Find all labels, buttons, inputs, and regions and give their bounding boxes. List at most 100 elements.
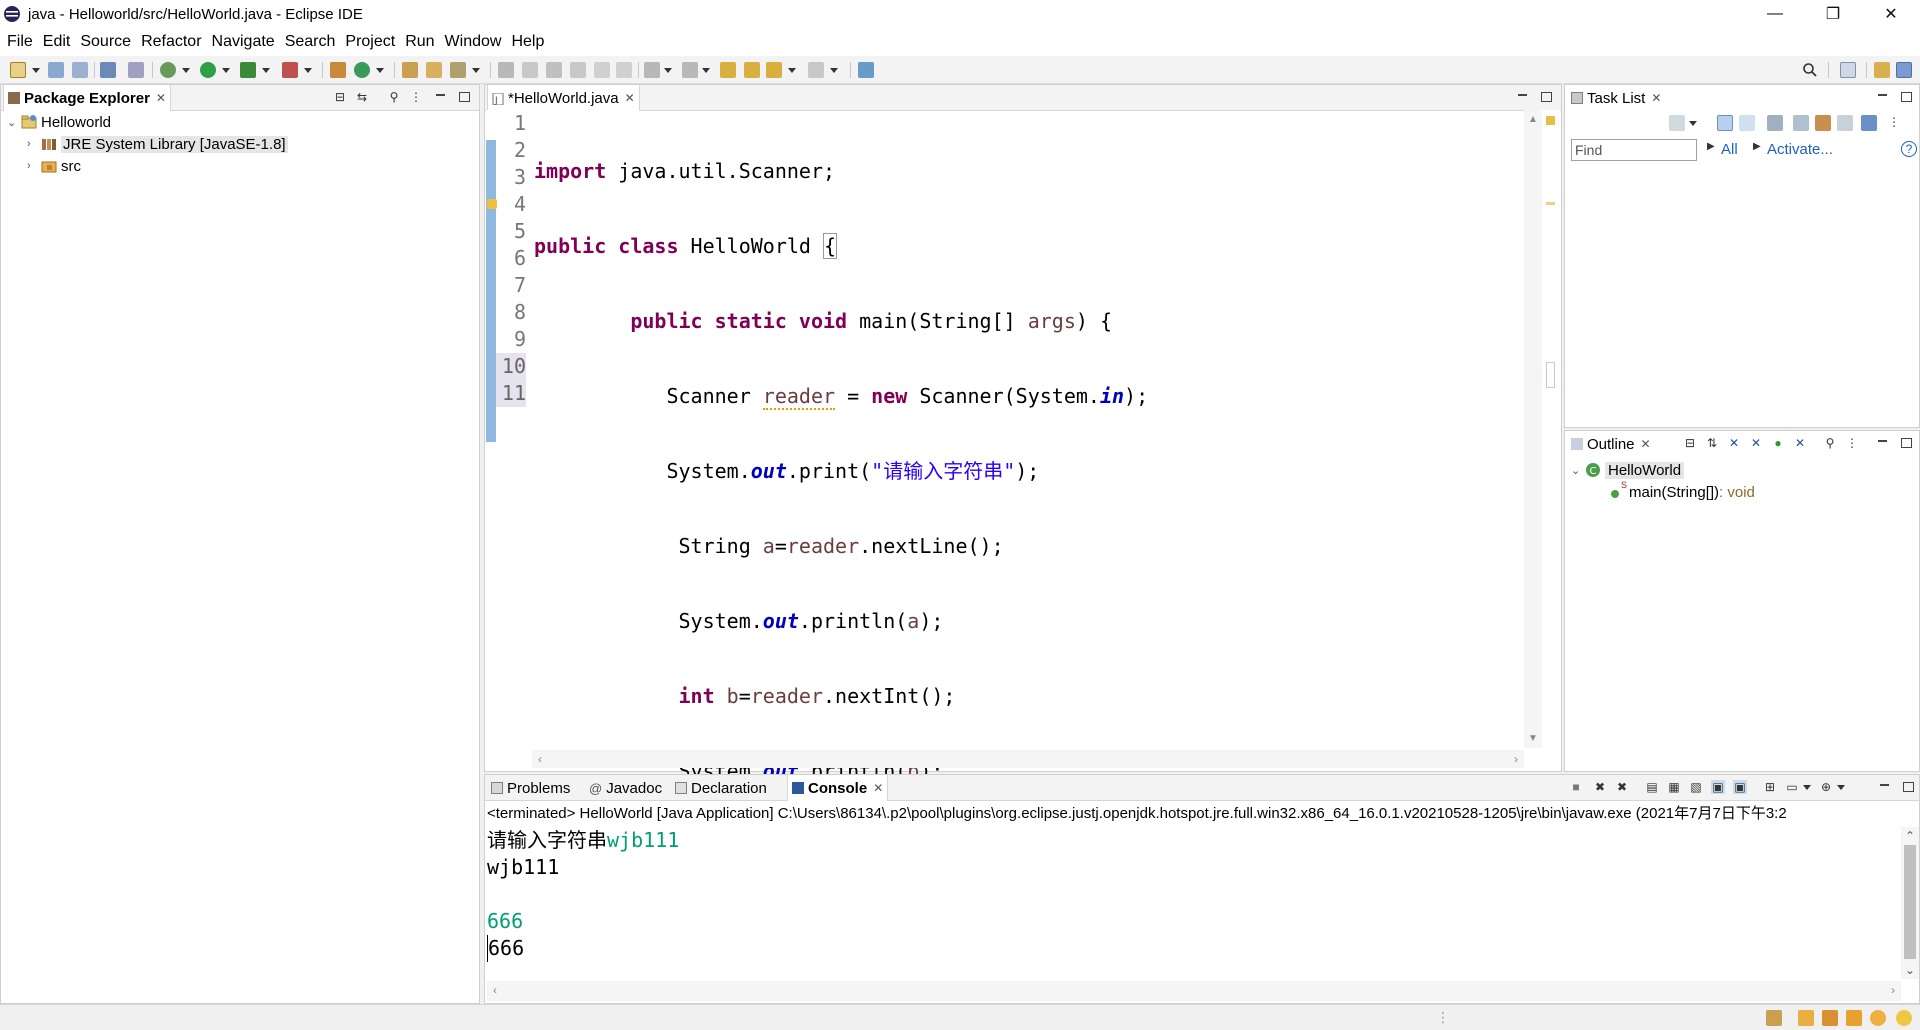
pin-console-icon[interactable]: ⊞	[1763, 780, 1777, 794]
hide-local-types-icon[interactable]: ✕	[1793, 436, 1807, 450]
tree-item-src[interactable]: › src	[27, 155, 81, 177]
menu-source[interactable]: Source	[80, 33, 131, 51]
minimize-button[interactable]: —	[1746, 0, 1804, 28]
previous-annotation-icon[interactable]	[682, 62, 698, 78]
show-whitespace-icon[interactable]	[570, 62, 586, 78]
new-dropdown-icon[interactable]	[32, 68, 40, 73]
maximize-view-icon[interactable]	[1539, 90, 1553, 104]
word-wrap-icon[interactable]	[546, 62, 562, 78]
find-input[interactable]: Find	[1571, 139, 1697, 161]
java-perspective-icon[interactable]	[1896, 62, 1912, 78]
menu-window[interactable]: Window	[445, 33, 502, 51]
menu-help[interactable]: Help	[511, 33, 544, 51]
new-class-dropdown-icon[interactable]	[376, 68, 384, 73]
next-annotation-icon[interactable]	[644, 62, 660, 78]
link-with-editor-icon[interactable]: ⇆	[355, 90, 369, 104]
view-menu-icon[interactable]: ⋮	[409, 90, 423, 104]
open-console-icon[interactable]: ⊕	[1819, 780, 1833, 794]
tree-item-project[interactable]: ⌄ Helloworld	[7, 111, 111, 133]
chevron-right-icon[interactable]: ›	[1514, 752, 1518, 766]
collapse-all-icon[interactable]: ⊟	[1683, 436, 1697, 450]
coverage-dropdown-icon[interactable]	[262, 68, 270, 73]
collapse-tasks-icon[interactable]	[1837, 115, 1853, 131]
clear-console-icon[interactable]: ▤	[1645, 780, 1659, 794]
close-icon[interactable]: ✕	[1641, 437, 1651, 451]
save-icon[interactable]	[48, 62, 64, 78]
external-tools-dropdown-icon[interactable]	[304, 68, 312, 73]
synchronize-icon[interactable]	[1815, 115, 1831, 131]
debug-dropdown-icon[interactable]	[182, 68, 190, 73]
status-icon-folder[interactable]	[1798, 1010, 1814, 1026]
maximize-view-icon[interactable]	[457, 90, 471, 104]
lightbulb-icon[interactable]	[1896, 1010, 1912, 1026]
chevron-left-icon[interactable]: ‹	[493, 983, 497, 997]
show-on-stderr-icon[interactable]: ▣	[1733, 780, 1747, 794]
close-icon[interactable]: ✕	[625, 91, 635, 105]
focus-on-active-task-icon[interactable]: ⚲	[1823, 436, 1837, 450]
console-output[interactable]: 请输入字符串wjb111 wjb111 666 666	[487, 827, 679, 962]
chevron-down-icon[interactable]: ⌄	[7, 116, 21, 129]
search-icon[interactable]	[1802, 62, 1818, 78]
focus-icon[interactable]	[1767, 115, 1783, 131]
chevron-right-icon[interactable]: ›	[27, 138, 41, 150]
display-console-dropdown-icon[interactable]	[1803, 785, 1811, 790]
restore-button[interactable]: ❐	[1804, 0, 1862, 28]
open-type-icon[interactable]	[402, 62, 418, 78]
scroll-lock-icon[interactable]: ▦	[1667, 780, 1681, 794]
toggle-block-selection-icon[interactable]	[522, 62, 538, 78]
outline-item-method[interactable]: S main(String[]) : void	[1609, 480, 1755, 503]
outline-item-class[interactable]: ⌄ C HelloWorld	[1571, 459, 1685, 481]
hide-non-public-icon[interactable]: ●	[1771, 436, 1785, 450]
maximize-view-icon[interactable]	[1901, 780, 1915, 794]
menu-project[interactable]: Project	[345, 33, 395, 51]
search-tool-icon[interactable]	[450, 62, 466, 78]
back-icon[interactable]	[744, 62, 760, 78]
open-console-dropdown-icon[interactable]	[1837, 785, 1845, 790]
tab-console[interactable]: Console ✕	[787, 775, 889, 801]
toggle-mark-occurrences-icon[interactable]	[498, 62, 514, 78]
word-wrap-console-icon[interactable]: ▧	[1689, 780, 1703, 794]
all-link[interactable]: All	[1721, 141, 1738, 158]
close-button[interactable]: ✕	[1862, 0, 1920, 28]
hide-static-icon[interactable]: ✕	[1749, 436, 1763, 450]
skip-breakpoints-icon[interactable]	[128, 62, 144, 78]
menu-refactor[interactable]: Refactor	[141, 33, 201, 51]
close-icon[interactable]: ✕	[1651, 91, 1661, 105]
external-tools-icon[interactable]	[282, 62, 298, 78]
open-task-icon[interactable]	[426, 62, 442, 78]
maximize-view-icon[interactable]	[1899, 436, 1913, 450]
minimize-view-icon[interactable]	[1515, 90, 1529, 104]
tab-javadoc[interactable]: @ Javadoc	[585, 775, 666, 801]
tree-item-jre-library[interactable]: › JRE System Library [JavaSE-1.8]	[27, 133, 288, 155]
new-icon[interactable]	[10, 62, 26, 78]
scheduled-icon[interactable]	[1739, 115, 1755, 131]
filter-icon[interactable]: ⚲	[387, 90, 401, 104]
hide-completed-icon[interactable]	[1793, 115, 1809, 131]
tab-outline[interactable]: Outline ✕	[1567, 431, 1655, 457]
activate-link[interactable]: Activate...	[1767, 141, 1833, 158]
terminate-icon[interactable]: ■	[1569, 780, 1583, 794]
menu-file[interactable]: File	[7, 33, 33, 51]
run-dropdown-icon[interactable]	[222, 68, 230, 73]
view-menu-icon[interactable]: ⋮	[1887, 115, 1901, 129]
minimize-view-icon[interactable]	[1877, 780, 1891, 794]
chevron-left-icon[interactable]: ‹	[538, 752, 542, 766]
show-on-stdout-icon[interactable]: ▣	[1711, 780, 1725, 794]
tab-declaration[interactable]: Declaration	[671, 775, 771, 801]
java-ee-perspective-icon[interactable]	[1874, 62, 1890, 78]
close-icon[interactable]: ✕	[156, 91, 166, 105]
chevron-right-icon[interactable]: ›	[27, 160, 41, 172]
remove-launch-icon[interactable]: ✖	[1593, 780, 1607, 794]
open-perspective-icon[interactable]	[1840, 62, 1856, 78]
hide-fields-icon[interactable]: ✕	[1727, 436, 1741, 450]
categorized-icon[interactable]	[1717, 115, 1733, 131]
tab-problems[interactable]: Problems	[487, 775, 574, 801]
run-icon[interactable]	[200, 62, 216, 78]
menu-edit[interactable]: Edit	[43, 33, 71, 51]
tab-task-list[interactable]: Task List ✕	[1567, 85, 1666, 111]
next-annotation-dropdown-icon[interactable]	[664, 68, 672, 73]
display-selected-console-icon[interactable]: ▭	[1785, 780, 1799, 794]
pilcrow-icon[interactable]	[616, 62, 632, 78]
minimize-view-icon[interactable]	[1875, 436, 1889, 450]
maximize-view-icon[interactable]	[1899, 90, 1913, 104]
